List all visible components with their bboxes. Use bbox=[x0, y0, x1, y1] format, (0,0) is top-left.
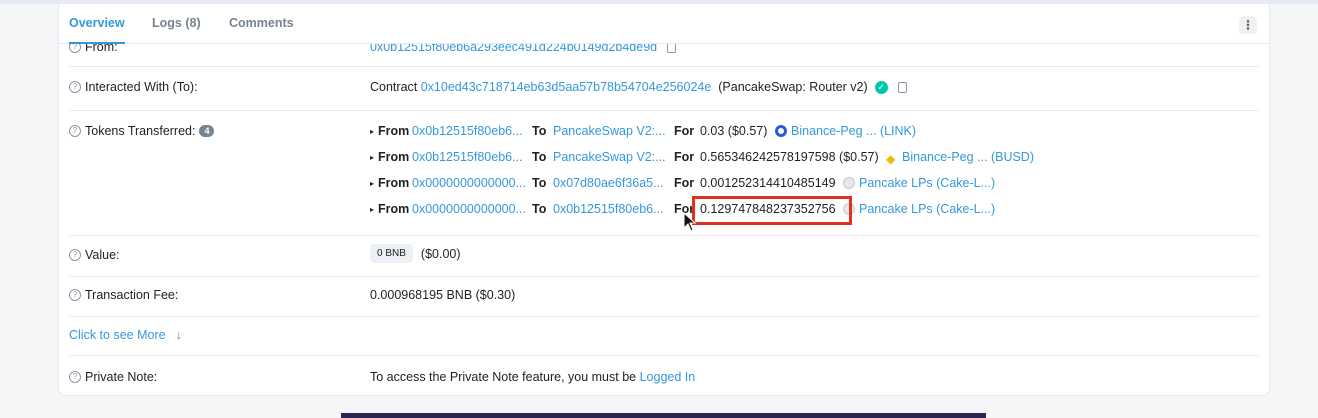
busd-token-icon: ◆ bbox=[886, 152, 896, 166]
transfer-from-link[interactable]: 0x0000000000000... bbox=[412, 202, 526, 216]
value-label-row: ? Value: bbox=[69, 248, 120, 262]
transfer-to-link[interactable]: PancakeSwap V2:... bbox=[553, 124, 666, 138]
logged-in-link[interactable]: Logged In bbox=[640, 370, 696, 384]
tab-overview[interactable]: Overview bbox=[69, 4, 125, 44]
divider bbox=[69, 235, 1259, 236]
mouse-cursor-icon bbox=[683, 212, 697, 232]
help-icon: ? bbox=[69, 289, 81, 301]
from-word: From bbox=[378, 202, 410, 216]
bullet-icon: ▸ bbox=[370, 127, 375, 136]
tab-comments[interactable]: Comments bbox=[229, 4, 294, 44]
to-word: To bbox=[532, 202, 547, 216]
transaction-details-card: Overview Logs (8) Comments ⋮ ? From: 0x0… bbox=[58, 4, 1270, 396]
help-icon: ? bbox=[69, 249, 81, 261]
contract-address-link[interactable]: 0x10ed43c718714eb63d5aa57b78b54704e25602… bbox=[421, 80, 712, 94]
transfer-from-link[interactable]: 0x0b12515f80eb6... bbox=[412, 150, 523, 164]
interacted-label: Interacted With (To): bbox=[85, 80, 198, 94]
copy-icon[interactable] bbox=[897, 78, 912, 93]
see-more-link[interactable]: Click to see More ↓ bbox=[69, 328, 182, 342]
fee-value-row: 0.000968195 BNB ($0.30) bbox=[370, 288, 515, 302]
fee-label-row: ? Transaction Fee: bbox=[69, 288, 178, 302]
tokens-count-badge: 4 bbox=[199, 125, 215, 137]
fee-value: 0.000968195 BNB ($0.30) bbox=[370, 288, 516, 302]
tab-bar: Overview Logs (8) Comments ⋮ bbox=[59, 4, 1269, 44]
bullet-icon: ▸ bbox=[370, 153, 375, 162]
see-more-label: Click to see More bbox=[69, 328, 166, 342]
embedded-media-edge bbox=[341, 413, 986, 418]
divider bbox=[69, 355, 1259, 356]
transfer-from-link[interactable]: 0x0b12515f80eb6... bbox=[412, 124, 523, 138]
help-icon: ? bbox=[69, 371, 81, 383]
more-options-icon[interactable]: ⋮ bbox=[1239, 16, 1257, 34]
token-link[interactable]: Binance-Peg ... (LINK) bbox=[775, 124, 916, 138]
to-word: To bbox=[532, 150, 547, 164]
tab-logs[interactable]: Logs (8) bbox=[152, 4, 201, 44]
from-word: From bbox=[378, 176, 410, 190]
help-icon: ? bbox=[69, 81, 81, 93]
cake-lp-token-icon bbox=[843, 177, 855, 189]
divider bbox=[69, 276, 1259, 277]
transfer-amount: 0.001252314410485149 bbox=[700, 176, 836, 190]
note-label-row: ? Private Note: bbox=[69, 370, 157, 384]
link-token-icon bbox=[775, 125, 787, 137]
note-value-row: To access the Private Note feature, you … bbox=[370, 370, 695, 384]
tokens-label: Tokens Transferred: bbox=[85, 124, 196, 138]
token-link[interactable]: ◆ Binance-Peg ... (BUSD) bbox=[886, 150, 1034, 165]
for-word: For bbox=[674, 176, 695, 190]
transfer-from-link[interactable]: 0x0000000000000... bbox=[412, 176, 526, 190]
for-word: For bbox=[674, 124, 695, 138]
value-usd: ($0.00) bbox=[420, 246, 461, 261]
contract-prefix: Contract bbox=[370, 80, 418, 94]
divider bbox=[69, 316, 1259, 317]
bullet-icon: ▸ bbox=[370, 179, 375, 188]
fee-label: Transaction Fee: bbox=[85, 288, 179, 302]
to-word: To bbox=[532, 176, 547, 190]
for-word: For bbox=[674, 150, 695, 164]
contract-name: (PancakeSwap: Router v2) bbox=[718, 80, 868, 94]
transfer-to-link[interactable]: 0x07d80ae6f36a5... bbox=[553, 176, 664, 190]
interacted-value-row: Contract 0x10ed43c718714eb63d5aa57b78b54… bbox=[370, 78, 912, 94]
cake-lp-token-icon bbox=[843, 203, 855, 215]
transfer-amount: 0.565346242578197598 ($0.57) bbox=[700, 150, 879, 164]
divider bbox=[69, 110, 1259, 111]
note-label: Private Note: bbox=[85, 370, 158, 384]
from-word: From bbox=[378, 124, 410, 138]
transfer-amount: 0.03 ($0.57) bbox=[700, 124, 768, 138]
divider bbox=[69, 66, 1259, 67]
arrow-down-icon: ↓ bbox=[175, 328, 182, 342]
value-row: 0 BNB ($0.00) bbox=[370, 244, 461, 263]
to-word: To bbox=[532, 124, 547, 138]
value-label: Value: bbox=[85, 248, 120, 262]
token-link[interactable]: Pancake LPs (Cake-L...) bbox=[843, 202, 995, 216]
help-icon: ? bbox=[69, 125, 81, 137]
transfer-to-link[interactable]: PancakeSwap V2:... bbox=[553, 150, 666, 164]
verified-check-icon: ✓ bbox=[874, 80, 888, 94]
transfer-amount: 0.129747848237352756 bbox=[700, 202, 836, 216]
bnb-amount-chip: 0 BNB bbox=[370, 244, 413, 263]
bullet-icon: ▸ bbox=[370, 205, 375, 214]
note-text: To access the Private Note feature, you … bbox=[370, 370, 637, 384]
transfer-to-link[interactable]: 0x0b12515f80eb6... bbox=[553, 202, 664, 216]
from-word: From bbox=[378, 150, 410, 164]
tokens-label-row: ? Tokens Transferred: 4 bbox=[69, 124, 215, 138]
interacted-label-row: ? Interacted With (To): bbox=[69, 80, 198, 94]
token-link[interactable]: Pancake LPs (Cake-L...) bbox=[843, 176, 995, 190]
